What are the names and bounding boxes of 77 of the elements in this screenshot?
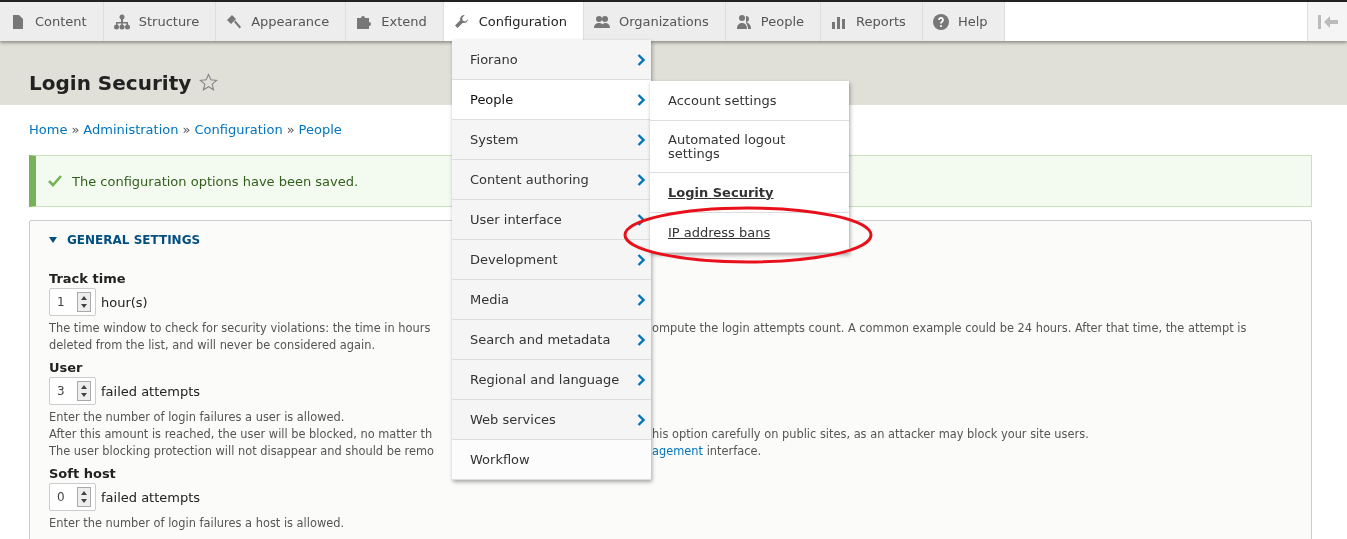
spinner-icon[interactable] xyxy=(77,292,91,312)
chevron-icon xyxy=(637,53,645,66)
page-icon xyxy=(10,13,26,30)
puzzle-icon xyxy=(356,13,373,30)
link[interactable]: agement xyxy=(652,444,703,458)
menu-item[interactable]: Web services xyxy=(452,400,651,440)
chevron-icon xyxy=(637,373,645,386)
breadcrumb-separator: » xyxy=(71,122,80,137)
toolbar-tab[interactable]: Reports xyxy=(821,2,923,41)
chevron-icon xyxy=(637,293,645,306)
menu-item[interactable]: Regional and language xyxy=(452,360,651,400)
field-label: Soft host xyxy=(49,466,116,481)
unit-label: failed attempts xyxy=(101,489,201,505)
toolbar-tab[interactable]: Configuration xyxy=(443,2,584,41)
menu-item[interactable]: Media xyxy=(452,280,651,320)
collapse-icon xyxy=(1317,14,1338,29)
breadcrumb-link[interactable]: Administration xyxy=(83,122,179,137)
description-text: his option carefully on public sites, as an attacker may block your site users. xyxy=(652,426,1090,443)
check-icon xyxy=(48,175,62,187)
toolbar-tab[interactable]: Help xyxy=(922,2,1005,41)
field-label: Track time xyxy=(49,271,126,286)
description-text: The time window to check for security violations: the time in hours xyxy=(49,320,432,337)
toolbar-tab[interactable]: Extend xyxy=(346,2,444,41)
breadcrumb-link[interactable]: Configuration xyxy=(194,122,283,137)
chevron-icon xyxy=(637,133,645,146)
help-icon xyxy=(932,13,949,30)
field-label: User xyxy=(49,360,83,375)
brush-icon xyxy=(226,13,243,30)
chevron-icon xyxy=(637,333,645,346)
spinner-icon[interactable] xyxy=(77,381,91,401)
menu-item[interactable]: Development xyxy=(452,240,651,280)
group-icon xyxy=(593,13,610,30)
menu-item[interactable]: Workflow xyxy=(452,440,651,480)
toolbar-tab[interactable]: Structure xyxy=(103,2,217,41)
description-text: deleted from the list, and will never be considered again. xyxy=(49,337,377,354)
triangle-icon xyxy=(49,236,57,244)
menu-item[interactable]: Fiorano xyxy=(452,40,651,80)
breadcrumb-separator: » xyxy=(286,122,295,137)
submenu-item[interactable]: Account settings xyxy=(650,81,849,121)
description-text: Enter the number of login failures a user is allowed. xyxy=(49,409,346,426)
number-input[interactable]: 0 xyxy=(49,483,96,511)
toolbar-tab[interactable]: Appearance xyxy=(216,2,347,41)
menu-item[interactable]: Search and metadata xyxy=(452,320,651,360)
toolbar-tab[interactable]: People xyxy=(725,2,821,41)
toolbar-tab[interactable]: Content xyxy=(0,2,104,41)
breadcrumb-link[interactable]: Home xyxy=(29,122,68,137)
page-title: Login Security xyxy=(29,71,192,95)
description-text: After this amount is reached, the user will be blocked, no matter th xyxy=(49,426,434,443)
hierarchy-icon xyxy=(113,13,130,30)
submenu-item[interactable]: Login Security xyxy=(650,173,849,213)
chevron-icon xyxy=(637,213,645,226)
chevron-icon xyxy=(637,173,645,186)
menu-item[interactable]: System xyxy=(452,120,651,160)
chevron-icon xyxy=(637,93,645,106)
breadcrumb-separator: » xyxy=(182,122,191,137)
submenu-item[interactable]: IP address bans xyxy=(650,213,849,253)
unit-label: hour(s) xyxy=(101,294,148,310)
message-text: The configuration options have been saved. xyxy=(72,173,359,189)
description-text: agement interface. xyxy=(652,443,763,460)
person-icon xyxy=(735,13,752,30)
description-text: Enter the number of login failures a host is allowed. xyxy=(49,515,346,532)
breadcrumb-link[interactable]: People xyxy=(298,122,342,137)
chevron-icon xyxy=(637,413,645,426)
wrench-icon xyxy=(453,13,470,30)
menu-item[interactable]: People xyxy=(452,80,651,120)
description-text: The user blocking protection will not disappear and should be remo xyxy=(49,443,436,460)
description-text: ompute the login attempts count. A common example could be 24 hours. After that time, the attempt is xyxy=(652,320,1248,337)
number-input[interactable]: 1 xyxy=(49,288,96,316)
unit-label: failed attempts xyxy=(101,383,201,399)
number-input[interactable]: 3 xyxy=(49,377,96,405)
toolbar-tab[interactable]: Organizations xyxy=(583,2,726,41)
star-icon[interactable] xyxy=(199,73,219,92)
submenu-item[interactable]: Automated logout settings xyxy=(650,121,849,173)
spinner-icon[interactable] xyxy=(77,487,91,507)
menu-item[interactable]: User interface xyxy=(452,200,651,240)
chevron-icon xyxy=(637,253,645,266)
menu-item[interactable]: Content authoring xyxy=(452,160,651,200)
